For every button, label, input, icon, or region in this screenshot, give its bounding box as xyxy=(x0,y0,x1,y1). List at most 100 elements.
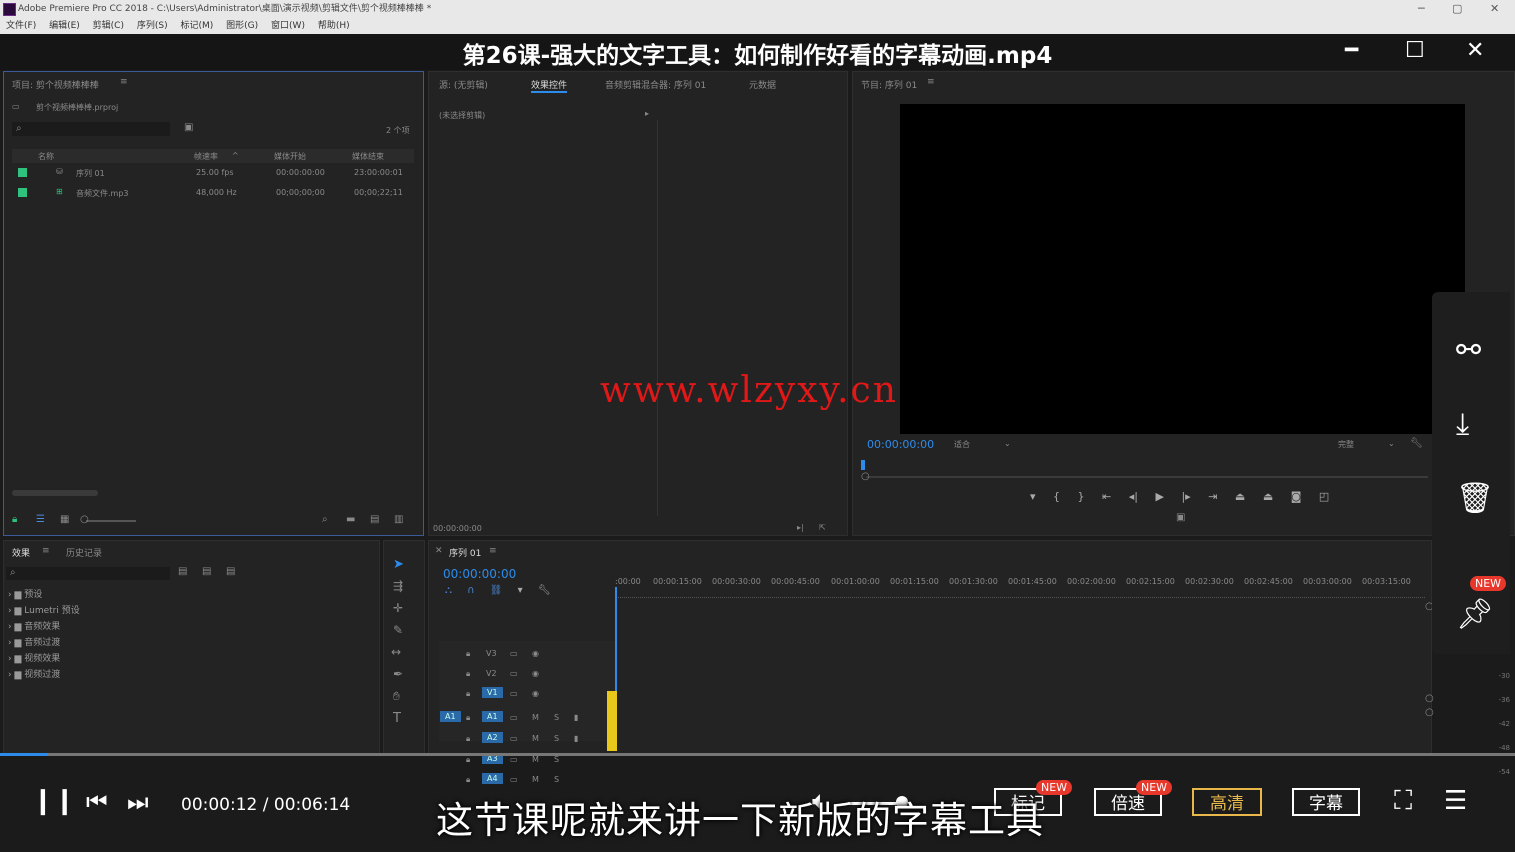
accelerated-effects-icon[interactable]: ▤ xyxy=(178,566,187,577)
new-bin-icon[interactable]: ▬ xyxy=(346,514,355,525)
track-row-v3[interactable]: 🔒︎ V3 ▭ ◉ xyxy=(438,646,618,664)
sync-icon[interactable]: ▭ xyxy=(510,713,518,722)
settings-box-icon[interactable]: ▣ xyxy=(1176,512,1185,523)
eye-icon[interactable]: ◉ xyxy=(532,689,539,698)
source-patch-a1[interactable]: A1 xyxy=(440,711,461,722)
mute-button[interactable]: M xyxy=(532,734,539,743)
list-view-icon[interactable]: ☰ xyxy=(36,514,45,525)
mute-button[interactable]: M xyxy=(532,713,539,722)
column-framerate[interactable]: 帧速率 xyxy=(194,151,218,162)
subtitle-button[interactable]: 字幕 xyxy=(1292,788,1360,816)
tab-source[interactable]: 源: (无剪辑) xyxy=(439,78,488,91)
column-media-start[interactable]: 媒体开始 xyxy=(274,151,306,162)
sync-icon[interactable]: ▭ xyxy=(510,734,518,743)
fullscreen-icon[interactable]: ⛶ xyxy=(1394,786,1412,817)
tab-audio-mixer[interactable]: 音频剪辑混合器: 序列 01 xyxy=(605,78,706,91)
tree-item[interactable]: › ▆ 视频效果 xyxy=(8,651,208,667)
panel-menu-icon[interactable]: ≡ xyxy=(42,546,50,556)
restore-icon[interactable]: ▢ xyxy=(1452,0,1462,18)
track-row-a2[interactable]: 🔒︎ A2 ▭ M S ▮ xyxy=(438,731,618,749)
quality-dropdown[interactable]: 完整 xyxy=(1338,439,1354,450)
progress-track[interactable] xyxy=(0,753,1515,756)
lock-icon[interactable]: 🔒︎ xyxy=(466,689,470,699)
zoom-slider[interactable] xyxy=(86,520,136,522)
lift-icon[interactable]: ⏏︎ xyxy=(1235,490,1245,503)
linked-selection-icon[interactable]: ⛓︎ xyxy=(490,585,503,596)
tree-item[interactable]: › ▆ 音频过渡 xyxy=(8,635,208,651)
hand-tool-icon[interactable]: ✋︎ xyxy=(393,689,400,704)
playlist-icon[interactable]: ☰ xyxy=(1444,786,1467,816)
scroll-circle-icon[interactable]: ○ xyxy=(1425,707,1434,718)
column-name[interactable]: 名称 xyxy=(38,151,54,162)
player-maximize-icon[interactable]: ☐ xyxy=(1405,38,1425,63)
horizontal-scrollbar[interactable] xyxy=(12,490,98,496)
tree-item[interactable]: › ▆ 预设 xyxy=(8,587,208,603)
type-tool-icon[interactable]: T xyxy=(393,711,401,726)
hd-button[interactable]: 高清 xyxy=(1192,788,1262,816)
table-row[interactable]: ⊞ 音频文件.mp3 48,000 Hz 00;00;00;00 00;00;2… xyxy=(12,184,414,202)
slider-handle-icon[interactable]: ○ xyxy=(80,514,89,525)
nest-icon[interactable]: ⛬ xyxy=(445,585,452,596)
tab-history[interactable]: 历史记录 xyxy=(66,546,102,559)
tree-item[interactable]: › ▆ Lumetri 预设 xyxy=(8,603,208,619)
player-close-icon[interactable]: ✕ xyxy=(1466,38,1484,63)
add-marker-icon[interactable]: ▾ xyxy=(518,585,523,596)
panel-menu-icon[interactable]: ≡ xyxy=(489,546,497,556)
player-minimize-icon[interactable]: ━ xyxy=(1345,38,1358,63)
playhead-circle-icon[interactable]: ○ xyxy=(861,471,870,482)
scroll-circle-icon[interactable]: ○ xyxy=(1425,693,1434,704)
mark-out-icon[interactable]: } xyxy=(1078,490,1085,503)
add-marker-icon[interactable]: ▾ xyxy=(1030,490,1036,503)
mic-icon[interactable]: ▮ xyxy=(574,734,578,743)
solo-button[interactable]: S xyxy=(554,713,559,722)
play-only-audio-icon[interactable]: ▸| xyxy=(797,523,804,532)
step-forward-icon[interactable]: |▸ xyxy=(1181,490,1190,503)
bin-icon[interactable]: ▣ xyxy=(184,122,193,133)
export-icon[interactable]: ⇱ xyxy=(819,523,826,532)
new-item-icon[interactable]: ▤ xyxy=(370,514,379,525)
wrench-icon[interactable]: 🔧︎ xyxy=(538,585,551,596)
track-row-v1[interactable]: 🔒︎ V1 ▭ ◉ xyxy=(438,686,618,704)
tab-effect-controls[interactable]: 效果控件 xyxy=(531,78,568,93)
wrench-icon[interactable]: 🔧︎ xyxy=(1410,438,1423,449)
lock-icon[interactable]: 🔒︎ xyxy=(466,734,470,744)
program-tab[interactable]: 节目: 序列 01 xyxy=(861,78,917,91)
selection-tool-icon[interactable]: ➤ xyxy=(393,557,404,572)
panel-menu-icon[interactable]: ≡ xyxy=(120,77,128,87)
step-back-icon[interactable]: ◂| xyxy=(1129,490,1138,503)
tab-metadata[interactable]: 元数据 xyxy=(749,78,776,91)
download-icon[interactable]: ⤓ xyxy=(1456,410,1469,440)
solo-button[interactable]: S xyxy=(554,734,559,743)
effects-search-input[interactable] xyxy=(6,567,170,580)
ripple-edit-tool-icon[interactable]: ✛ xyxy=(393,601,403,615)
yuv-effects-icon[interactable]: ▤ xyxy=(226,566,235,577)
lock-icon[interactable]: 🔒︎ xyxy=(12,514,17,525)
menu-file[interactable]: 文件(F) xyxy=(6,21,36,31)
menu-help[interactable]: 帮助(H) xyxy=(318,21,350,31)
share-icon[interactable]: ⚯ xyxy=(1456,336,1481,366)
track-row-a1[interactable]: A1 🔒︎ A1 ▭ M S ▮ xyxy=(438,710,618,728)
tree-item[interactable]: › ▆ 视频过渡 xyxy=(8,667,208,683)
go-to-out-icon[interactable]: ⇥ xyxy=(1208,490,1217,503)
menu-clip[interactable]: 剪辑(C) xyxy=(93,21,124,31)
close-tab-icon[interactable]: ✕ xyxy=(435,546,443,556)
go-to-in-icon[interactable]: ⇤ xyxy=(1102,490,1111,503)
razor-tool-icon[interactable]: ✎ xyxy=(393,623,403,637)
menu-sequence[interactable]: 序列(S) xyxy=(137,21,168,31)
find-icon[interactable]: ⌕ xyxy=(322,514,328,525)
expand-arrow-icon[interactable]: ▸ xyxy=(645,109,649,118)
next-icon[interactable]: ⏭︎ xyxy=(127,788,149,816)
mark-in-icon[interactable]: { xyxy=(1053,490,1060,503)
sync-icon[interactable]: ▭ xyxy=(510,669,518,678)
program-scrubber[interactable] xyxy=(866,476,1428,478)
timeline-timecode[interactable]: 00:00:00:00 xyxy=(443,567,516,581)
timeline-tab[interactable]: 序列 01 xyxy=(449,546,481,559)
menu-graphics[interactable]: 图形(G) xyxy=(226,21,258,31)
track-select-tool-icon[interactable]: ⇶ xyxy=(393,579,403,593)
close-icon[interactable]: ✕ xyxy=(1490,0,1499,18)
program-video-screen[interactable] xyxy=(900,104,1465,434)
project-tab[interactable]: 项目: 剪个视频棒棒棒 xyxy=(12,78,99,91)
menu-edit[interactable]: 编辑(E) xyxy=(49,21,80,31)
trash-icon[interactable]: 🗑︎ xyxy=(1456,484,1494,514)
project-search-input[interactable] xyxy=(12,122,170,136)
